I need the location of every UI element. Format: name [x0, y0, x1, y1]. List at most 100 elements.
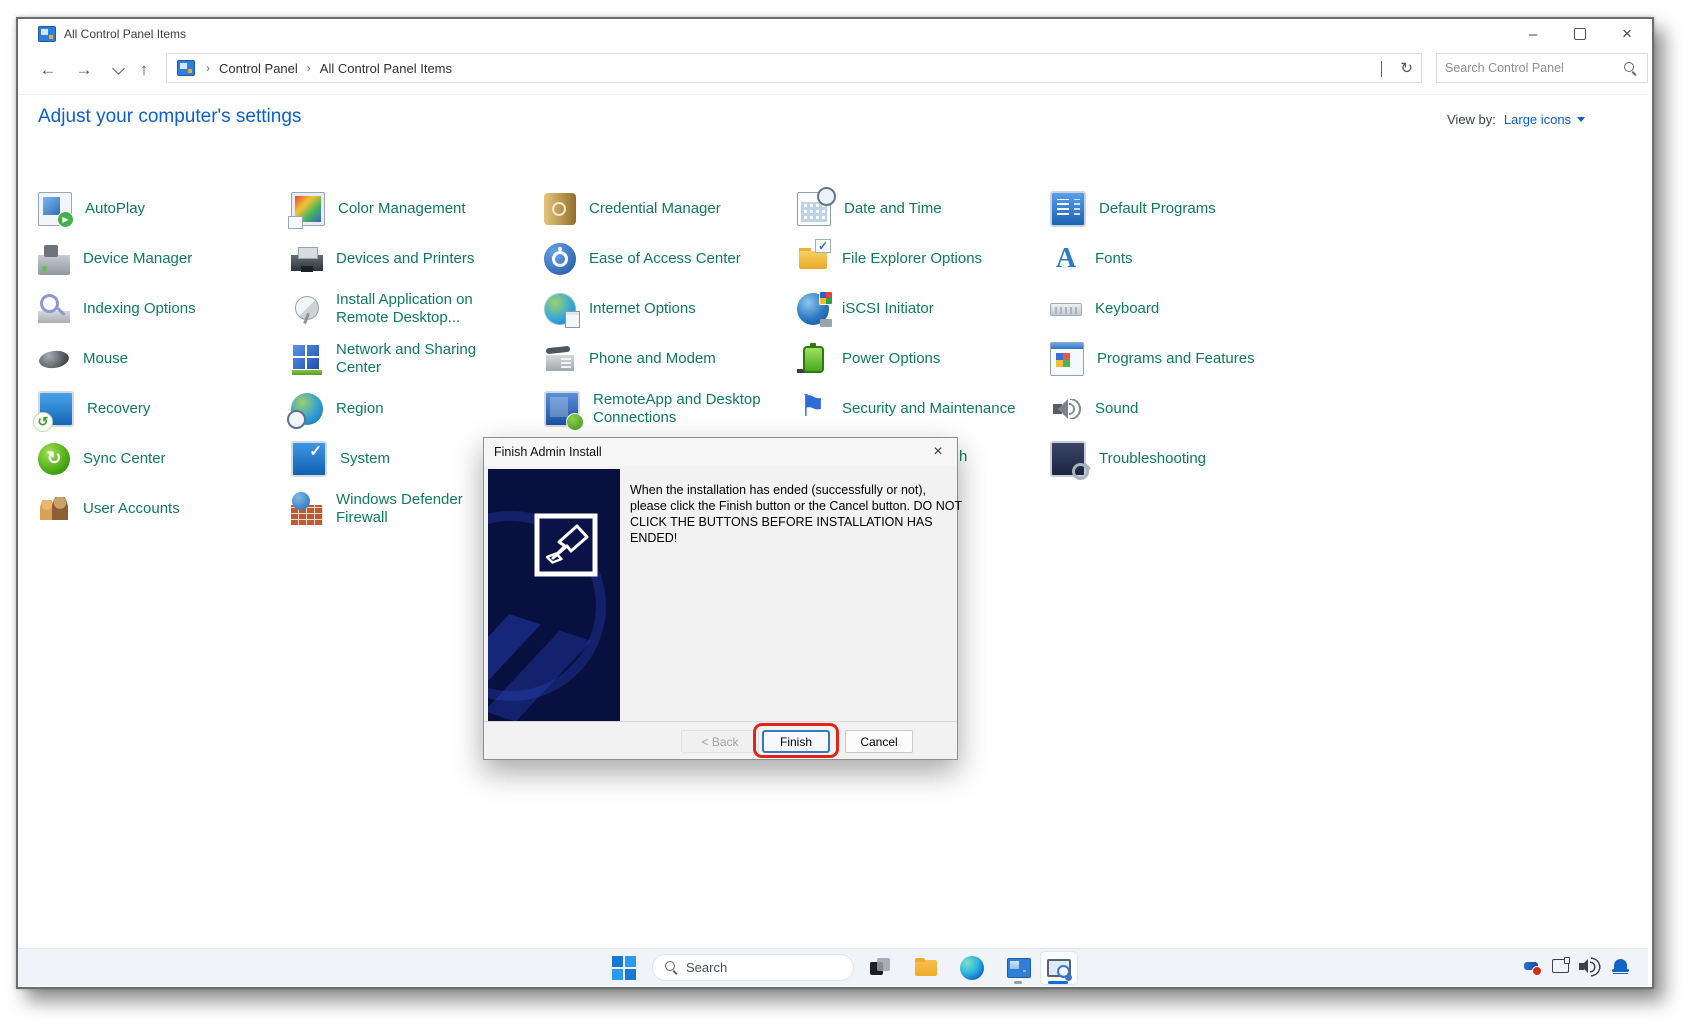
cp-item-label: Programs and Features	[1097, 350, 1255, 368]
breadcrumb-all-items[interactable]: All Control Panel Items	[320, 61, 452, 76]
window-titlebar: All Control Panel Items	[18, 19, 1648, 49]
taskbar-search[interactable]: Search	[652, 954, 854, 981]
chevron-down-icon	[1577, 117, 1585, 122]
cp-item-install-application-on-remote-desktop[interactable]: Install Application on Remote Desktop...	[291, 284, 537, 334]
cp-item-label: Recovery	[87, 400, 150, 418]
cp-item-security-and-maintenance[interactable]: Security and Maintenance	[797, 384, 1043, 434]
file-explorer-icon	[913, 955, 939, 981]
cp-item-label: Indexing Options	[83, 300, 196, 318]
cp-item-label: Color Management	[338, 200, 466, 218]
start-button-icon[interactable]	[612, 956, 636, 980]
forward-arrow-icon[interactable]: →	[70, 56, 98, 84]
installer-window-app-icon[interactable]	[1044, 954, 1072, 982]
cp-item-label: Install Application on Remote Desktop...	[336, 291, 514, 328]
refresh-icon[interactable]: ↻	[1400, 59, 1413, 77]
cp-item-color-management[interactable]: Color Management	[291, 184, 537, 234]
fileexp-icon	[797, 243, 829, 275]
hardware-device-icon[interactable]	[1522, 957, 1544, 977]
cp-item-fonts[interactable]: Fonts	[1050, 234, 1296, 284]
cp-item-label: Phone and Modem	[589, 350, 716, 368]
cp-item-label: Ease of Access Center	[589, 250, 741, 268]
cp-item-label: File Explorer Options	[842, 250, 982, 268]
cp-item-ease-of-access-center[interactable]: Ease of Access Center	[544, 234, 790, 284]
back-button[interactable]: < Back	[681, 730, 759, 753]
cp-item-iscsi-initiator[interactable]: iSCSI Initiator	[797, 284, 1043, 334]
address-bar[interactable]: › Control Panel › All Control Panel Item…	[166, 53, 1422, 83]
region-icon	[291, 393, 323, 425]
dialog-titlebar[interactable]: Finish Admin Install ×	[484, 438, 957, 466]
cp-item-recovery[interactable]: Recovery	[38, 384, 284, 434]
autoplay-icon	[38, 192, 72, 226]
cp-item-region[interactable]: Region	[291, 384, 537, 434]
cancel-button[interactable]: Cancel	[845, 730, 913, 753]
edge-browser-icon	[959, 955, 985, 981]
up-icon[interactable]: ↑	[130, 56, 158, 84]
installremote-icon	[291, 293, 323, 325]
display-network-icon[interactable]	[1551, 957, 1573, 977]
file-explorer-icon[interactable]	[912, 954, 940, 982]
progfeat-icon	[1050, 342, 1084, 376]
cp-item-sound[interactable]: Sound	[1050, 384, 1296, 434]
cp-item-date-and-time[interactable]: Date and Time	[797, 184, 1043, 234]
easeaccess-icon	[544, 243, 576, 275]
cp-item-phone-and-modem[interactable]: Phone and Modem	[544, 334, 790, 384]
cp-item-power-options[interactable]: Power Options	[797, 334, 1043, 384]
window-title: All Control Panel Items	[64, 27, 186, 41]
breadcrumb-control-panel[interactable]: Control Panel	[219, 61, 298, 76]
dialog-close-icon[interactable]: ×	[923, 438, 953, 466]
cp-item-mouse[interactable]: Mouse	[38, 334, 284, 384]
maximize-button[interactable]	[1560, 19, 1600, 49]
cp-item-devices-and-printers[interactable]: Devices and Printers	[291, 234, 537, 284]
fonts-icon	[1050, 243, 1082, 275]
cp-item-programs-and-features[interactable]: Programs and Features	[1050, 334, 1296, 384]
control-panel-app-icon[interactable]	[1004, 954, 1032, 982]
cp-item-label: Troubleshooting	[1099, 450, 1206, 468]
cp-item-user-accounts[interactable]: User Accounts	[38, 484, 284, 534]
breadcrumb-chevron-icon: ›	[206, 61, 210, 75]
finish-button[interactable]: Finish	[762, 730, 830, 753]
recovery-icon	[38, 391, 74, 427]
indexing-icon	[38, 293, 70, 325]
cp-item-network-and-sharing-center[interactable]: Network and Sharing Center	[291, 334, 537, 384]
defaultprog-icon	[1050, 191, 1086, 227]
cp-item-label: Internet Options	[589, 300, 696, 318]
back-arrow-icon[interactable]: ←	[34, 56, 62, 84]
cp-item-sync-center[interactable]: Sync Center	[38, 434, 284, 484]
notifications-bell-icon[interactable]	[1611, 957, 1633, 977]
minimize-button[interactable]	[1513, 19, 1553, 49]
installer-window-app-icon	[1045, 955, 1071, 981]
cp-item-troubleshooting[interactable]: Troubleshooting	[1050, 434, 1296, 484]
credman-icon	[544, 193, 576, 225]
system-icon	[291, 441, 327, 477]
close-button[interactable]	[1607, 19, 1647, 49]
control-panel-window-icon	[38, 26, 56, 42]
recent-locations-icon[interactable]	[104, 56, 132, 84]
sound-icon	[1050, 393, 1082, 425]
volume-icon[interactable]	[1579, 957, 1601, 977]
search-input[interactable]	[1437, 61, 1624, 75]
cp-item-file-explorer-options[interactable]: File Explorer Options	[797, 234, 1043, 284]
dialog-separator	[484, 721, 957, 722]
view-by-dropdown[interactable]: Large icons	[1504, 112, 1585, 127]
cp-item-credential-manager[interactable]: Credential Manager	[544, 184, 790, 234]
colormgmt-icon	[291, 192, 325, 226]
stacked-windows-app-icon[interactable]	[866, 954, 894, 982]
taskbar-search-label: Search	[686, 960, 727, 975]
search-icon	[665, 961, 678, 974]
cp-item-label: Devices and Printers	[336, 250, 474, 268]
address-dropdown-icon[interactable]	[1381, 61, 1382, 76]
cp-item-indexing-options[interactable]: Indexing Options	[38, 284, 284, 334]
navigation-bar: ← → ↑ › Control Panel › All Control Pane…	[18, 49, 1648, 94]
dialog-title: Finish Admin Install	[494, 445, 602, 459]
cp-item-remoteapp-and-desktop-connections[interactable]: RemoteApp and Desktop Connections	[544, 384, 790, 434]
search-box[interactable]	[1436, 53, 1648, 83]
edge-browser-icon[interactable]	[958, 954, 986, 982]
cp-item-autoplay[interactable]: AutoPlay	[38, 184, 284, 234]
cp-item-keyboard[interactable]: Keyboard	[1050, 284, 1296, 334]
cp-item-device-manager[interactable]: Device Manager	[38, 234, 284, 284]
cp-item-default-programs[interactable]: Default Programs	[1050, 184, 1296, 234]
wizard-side-image	[488, 469, 620, 722]
cp-item-internet-options[interactable]: Internet Options	[544, 284, 790, 334]
finish-admin-install-dialog: Finish Admin Install × When the installa…	[483, 437, 958, 760]
troubleshoot-icon	[1050, 441, 1086, 477]
